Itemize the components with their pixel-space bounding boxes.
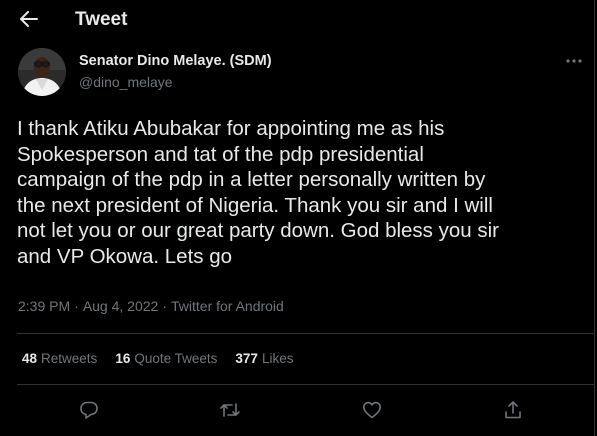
tweet-meta: 2:39 PM · Aug 4, 2022 · Twitter for Android [18,298,284,314]
quote-tweets-label: Quote Tweets [134,351,218,366]
retweet-icon [219,400,241,420]
author-handle[interactable]: @dino_melaye [79,74,173,90]
tweet-text-line: campaign of the pdp in a letter personal… [17,168,486,192]
likes-stat[interactable]: 377 Likes [235,351,293,366]
meta-separator: · [162,298,167,314]
more-button[interactable] [563,52,585,70]
retweets-label: Retweets [41,351,98,366]
tweet-text-line: the next president of Nigeria. Thank you… [17,193,493,217]
tweet-text-line: and VP Okowa. Lets go [17,244,233,268]
like-button[interactable] [357,395,387,425]
reply-icon [79,400,99,420]
heart-icon [362,400,382,420]
divider [17,384,595,385]
arrow-left-icon [20,11,38,27]
quote-tweets-stat[interactable]: 16 Quote Tweets [115,351,217,366]
page-title: Tweet [75,9,128,30]
likes-count: 377 [235,351,258,366]
more-icon [566,59,582,63]
tweet-text-line: I thank Atiku Abubakar for appointing me… [17,117,445,140]
tweet-actions [0,395,595,425]
tweet-text: I thank Atiku Abubakar for appointing me… [17,116,587,270]
retweet-button[interactable] [215,395,245,425]
reply-button[interactable] [74,395,104,425]
meta-separator: · [74,298,79,314]
share-icon [503,400,523,420]
author-name[interactable]: Senator Dino Melaye. (SDM) [79,53,272,69]
quote-tweets-count: 16 [115,351,131,366]
share-button[interactable] [498,395,528,425]
tweet-stats: 48 Retweets 16 Quote Tweets 377 Likes [22,351,293,366]
retweets-count: 48 [22,351,38,366]
back-button[interactable] [16,6,42,32]
tweet-date[interactable]: Aug 4, 2022 [83,298,159,314]
tweet-time[interactable]: 2:39 PM [18,298,70,314]
divider [17,333,595,334]
tweet-text-line: not let you or our great party down. God… [17,219,500,243]
tweet-source[interactable]: Twitter for Android [171,298,284,314]
retweets-stat[interactable]: 48 Retweets [22,351,97,366]
tweet-text-line: Spokesperson and tat of the pdp presiden… [17,142,424,166]
tweet-detail-panel: Tweet Senator Dino Melaye. (SDM) @dino_m… [0,0,595,436]
avatar[interactable] [18,48,66,96]
page-header: Tweet [0,0,595,40]
likes-label: Likes [261,351,294,366]
